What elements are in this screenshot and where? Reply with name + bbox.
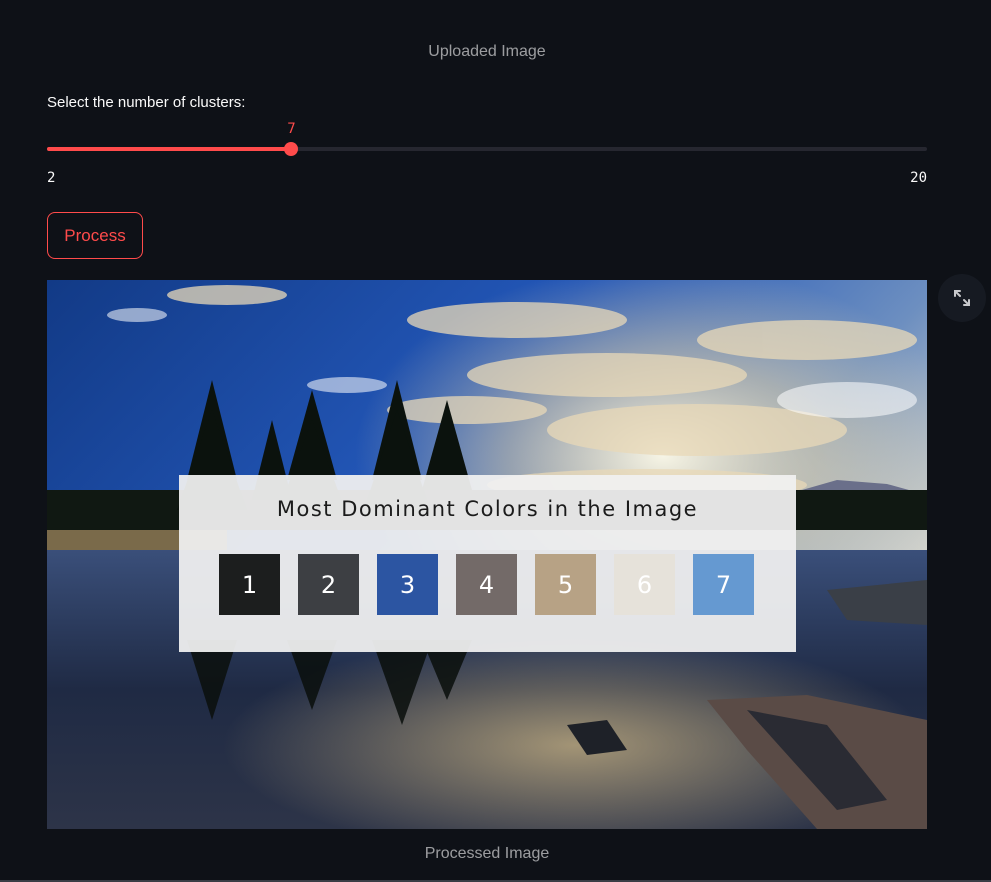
color-swatch-4: 4 <box>456 554 517 615</box>
app-root: Uploaded Image Select the number of clus… <box>0 0 991 882</box>
process-button[interactable]: Process <box>47 212 143 259</box>
cluster-slider-fill <box>47 147 292 151</box>
processed-image: Most Dominant Colors in the Image 123456… <box>47 280 927 829</box>
cluster-slider-min: 2 <box>47 170 56 186</box>
cluster-slider-max: 20 <box>910 170 927 186</box>
uploaded-image-caption: Uploaded Image <box>428 43 546 60</box>
cluster-slider-value: 7 <box>287 121 296 137</box>
color-swatch-5: 5 <box>535 554 596 615</box>
color-swatch-1: 1 <box>219 554 280 615</box>
dominant-colors-title: Most Dominant Colors in the Image <box>276 497 699 521</box>
expand-icon <box>954 290 970 306</box>
color-swatch-6: 6 <box>614 554 675 615</box>
fullscreen-button[interactable] <box>938 274 986 322</box>
color-swatch-7: 7 <box>693 554 754 615</box>
cluster-slider-thumb[interactable] <box>284 142 299 156</box>
processed-image-caption: Processed Image <box>424 845 550 862</box>
color-swatch-2: 2 <box>298 554 359 615</box>
color-swatch-3: 3 <box>377 554 438 615</box>
cluster-slider-label: Select the number of clusters: <box>47 94 246 111</box>
dominant-colors-panel: Most Dominant Colors in the Image 123456… <box>179 475 796 652</box>
cluster-slider-track[interactable] <box>47 142 927 156</box>
